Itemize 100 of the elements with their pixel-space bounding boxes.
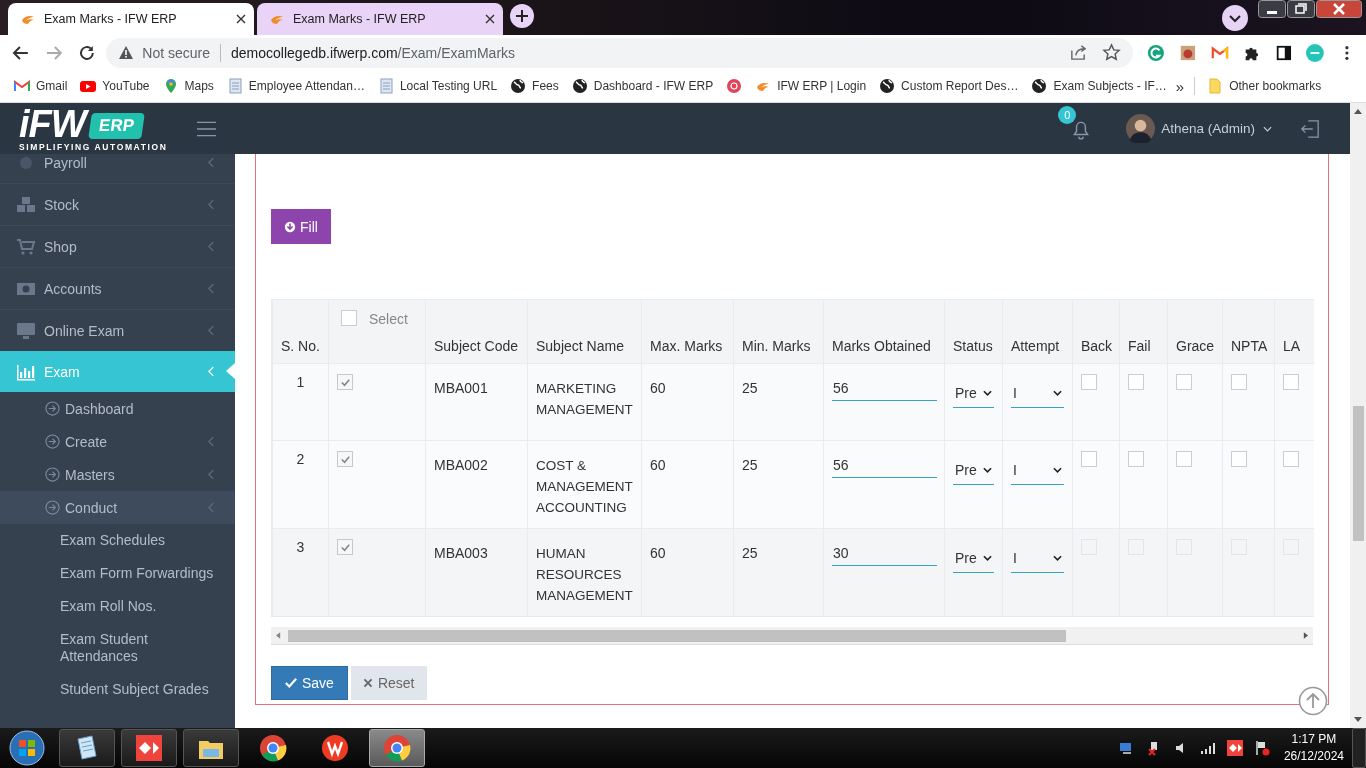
- select-all-checkbox[interactable]: [341, 310, 357, 326]
- caret-icon: [983, 555, 992, 561]
- submenu-item[interactable]: Exam Form Forwardings: [0, 557, 235, 590]
- table-cell: MBA003: [434, 545, 488, 561]
- minimize-button[interactable]: [1258, 0, 1286, 18]
- checkbox[interactable]: [1176, 374, 1192, 390]
- checkbox[interactable]: [1128, 451, 1144, 467]
- submenu-item[interactable]: Student Subject Grades: [0, 673, 235, 706]
- browser-tab[interactable]: Exam Marks - IFW ERP: [257, 3, 503, 35]
- bookmark-folder[interactable]: Other bookmarks: [1207, 78, 1322, 94]
- save-button[interactable]: Save: [271, 666, 348, 700]
- submenu-item[interactable]: Masters: [0, 458, 235, 491]
- taskbar-app[interactable]: [121, 729, 177, 767]
- checkbox[interactable]: [1176, 451, 1192, 467]
- clock-date: 26/12/2024: [1283, 748, 1344, 765]
- scroll-thumb[interactable]: [288, 629, 1066, 642]
- fill-button[interactable]: Fill: [271, 209, 331, 244]
- side-panel-icon[interactable]: [1274, 43, 1293, 62]
- address-bar[interactable]: Not secure democollegedb.ifwerp.com/Exam/ExamMarks: [106, 37, 1134, 68]
- arrow-circle-icon: [45, 434, 60, 449]
- remote-desktop-icon[interactable]: [1226, 740, 1243, 756]
- caret-icon: [983, 390, 992, 396]
- show-desktop-button[interactable]: [1352, 728, 1366, 768]
- restore-button[interactable]: [1287, 0, 1315, 18]
- scroll-up-icon[interactable]: [1354, 109, 1362, 114]
- globe-icon: [879, 78, 896, 94]
- bookmark[interactable]: [726, 78, 743, 94]
- scroll-right-icon[interactable]: [1303, 632, 1308, 639]
- checkbox[interactable]: [1128, 374, 1144, 390]
- document-icon: [226, 78, 243, 94]
- start-button[interactable]: [9, 730, 45, 766]
- arrow-circle-icon: [45, 467, 60, 482]
- sidebar-item[interactable]: Stock: [0, 184, 235, 226]
- close-icon[interactable]: [236, 14, 246, 24]
- browser-tab[interactable]: Exam Marks - IFW ERP: [8, 3, 254, 35]
- security-label: Not secure: [142, 44, 211, 61]
- horizontal-scrollbar[interactable]: [271, 627, 1313, 645]
- row-checkbox[interactable]: [337, 374, 353, 390]
- bookmark[interactable]: Custom Report Des…: [879, 78, 1019, 94]
- signal-icon[interactable]: [1199, 740, 1216, 756]
- extension-icon[interactable]: [1179, 43, 1197, 62]
- bookmark[interactable]: Gmail: [14, 78, 68, 94]
- submenu-item[interactable]: Exam Student Attendances: [0, 623, 235, 673]
- flag-icon[interactable]: [1253, 740, 1270, 756]
- checkbox[interactable]: [1283, 451, 1299, 467]
- column-header: Fail: [1128, 338, 1151, 354]
- star-icon[interactable]: [1102, 43, 1122, 62]
- bookmark[interactable]: Maps: [162, 78, 214, 94]
- submenu-item[interactable]: Create: [0, 425, 235, 458]
- bookmark[interactable]: YouTube: [80, 78, 150, 94]
- row-checkbox[interactable]: [337, 451, 353, 467]
- close-icon[interactable]: [485, 14, 495, 24]
- bookmark[interactable]: Employee Attendan…: [226, 78, 365, 94]
- bookmark[interactable]: Local Testing URL: [377, 78, 498, 94]
- avatar-icon: [1126, 114, 1156, 143]
- checkbox[interactable]: [1283, 374, 1299, 390]
- scroll-down-icon[interactable]: [1354, 717, 1362, 722]
- clock-time: 1:17 PM: [1291, 731, 1337, 748]
- reset-button[interactable]: Reset: [350, 666, 427, 700]
- table-cell: 3: [296, 539, 305, 555]
- submenu-item[interactable]: Dashboard: [0, 392, 235, 425]
- bookmark[interactable]: Dashboard - IFW ERP: [571, 78, 714, 94]
- submenu-item[interactable]: Exam Schedules: [0, 524, 235, 557]
- bookmark[interactable]: IFW ERP | Login: [755, 78, 867, 94]
- table-cell: 25: [742, 545, 758, 561]
- checkbox[interactable]: [1081, 451, 1097, 467]
- scroll-thumb[interactable]: [1352, 406, 1364, 541]
- submenu-item[interactable]: Exam Roll Nos.: [0, 590, 235, 623]
- sidebar-item[interactable]: Accounts: [0, 268, 235, 310]
- taskbar-app[interactable]: [183, 729, 239, 767]
- scroll-to-top-icon[interactable]: [1298, 686, 1328, 716]
- row-checkbox[interactable]: [337, 539, 353, 555]
- chevron-icon: [208, 283, 215, 294]
- logout-icon[interactable]: [1300, 118, 1320, 139]
- checkbox[interactable]: [1081, 374, 1097, 390]
- column-header: S. No.: [281, 338, 320, 354]
- bookmark[interactable]: Fees: [510, 78, 559, 94]
- check-icon: [339, 376, 351, 388]
- taskbar-app[interactable]: [59, 729, 115, 767]
- tab-search-button[interactable]: [1222, 4, 1248, 31]
- arrow-circle-icon: [45, 500, 60, 515]
- new-tab-button[interactable]: [510, 3, 534, 28]
- submenu-item[interactable]: Conduct: [0, 491, 235, 524]
- column-header: Subject Code: [434, 338, 519, 354]
- vertical-scrollbar[interactable]: [1350, 103, 1366, 728]
- user-menu[interactable]: Athena (Admin): [1126, 114, 1272, 143]
- checkbox[interactable]: [1231, 374, 1247, 390]
- checkbox[interactable]: [1231, 451, 1247, 467]
- close-button[interactable]: [1316, 0, 1362, 18]
- more-bookmarks-button[interactable]: »: [1175, 77, 1185, 95]
- scroll-left-icon[interactable]: [276, 632, 281, 639]
- sidebar-item[interactable]: Payroll: [0, 154, 235, 184]
- table-cell: 2: [296, 451, 305, 467]
- share-icon[interactable]: [1069, 43, 1089, 62]
- table-cell: 60: [650, 457, 666, 473]
- mail-icon: [14, 78, 30, 94]
- logo: iFW ERP SIMPLIFYING AUTOMATION: [19, 107, 168, 152]
- grammar-extension-icon[interactable]: [1147, 43, 1166, 62]
- arrow-circle-icon: [45, 401, 60, 416]
- bookmark[interactable]: Exam Subjects - IF…: [1031, 78, 1167, 94]
